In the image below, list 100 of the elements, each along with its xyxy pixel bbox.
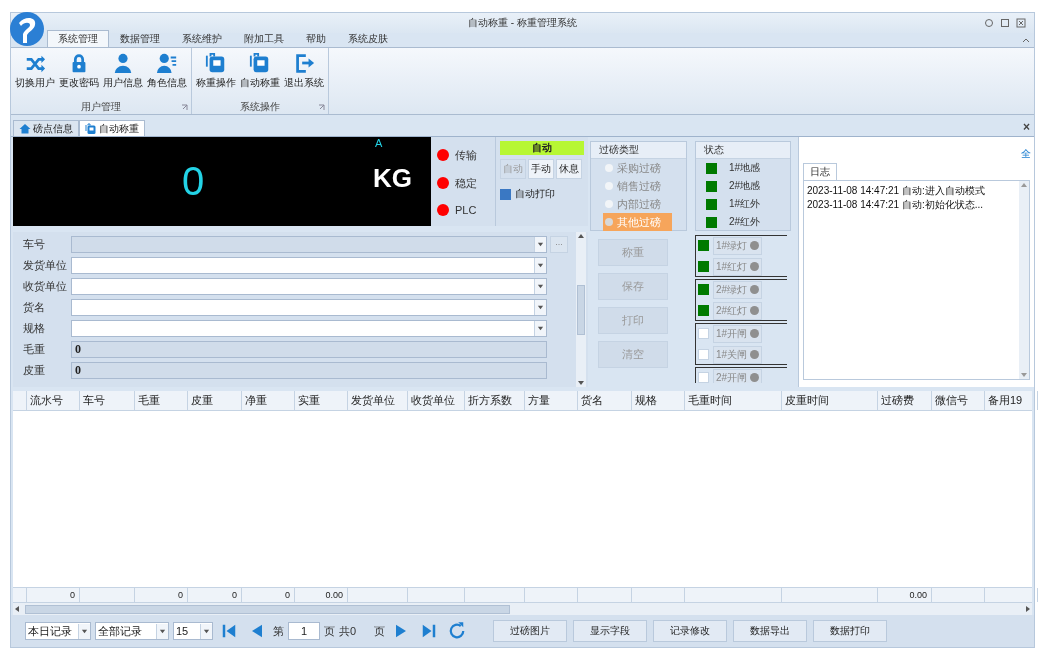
minimize-icon[interactable] [984, 18, 994, 28]
ribbon-button[interactable]: 更改密码 [57, 51, 101, 100]
arrow-icon[interactable] [13, 605, 21, 613]
launcher-icon[interactable] [181, 104, 188, 111]
combo-field[interactable] [71, 257, 547, 274]
mode-status: 自动 [500, 141, 584, 155]
column-header[interactable]: 流水号 [27, 391, 80, 410]
column-header[interactable]: 车号 [80, 391, 135, 410]
field-label: 车号 [23, 237, 46, 252]
close-button[interactable]: × [1023, 120, 1030, 134]
ribbon-tab[interactable]: 数据管理 [109, 30, 171, 47]
ribbon-button[interactable]: 用户信息 [101, 51, 145, 100]
field-label: 皮重 [23, 363, 46, 378]
caret-icon[interactable] [1022, 36, 1030, 44]
logo-icon [9, 11, 45, 47]
ribbon-tab[interactable]: 附加工具 [233, 30, 295, 47]
column-header[interactable]: 收货单位 [408, 391, 465, 410]
column-header[interactable]: 实重 [295, 391, 348, 410]
indicator-label: PLC [455, 203, 477, 216]
column-header[interactable]: 发货单位 [348, 391, 408, 410]
column-header[interactable]: 备用19 [985, 391, 1038, 410]
page-size-dropdown[interactable]: 15 [173, 622, 213, 640]
toolbar-button[interactable]: 记录修改 [653, 620, 728, 642]
indicator-label: 传输 [455, 147, 477, 163]
toolbar-button[interactable]: 显示字段 [573, 620, 648, 642]
column-header[interactable]: 毛重时间 [685, 391, 782, 410]
range-dropdown[interactable]: 本日记录 [25, 622, 91, 640]
combo-field[interactable] [71, 278, 547, 295]
column-header[interactable]: 毛重 [135, 391, 188, 410]
filter-dropdown[interactable]: 全部记录 [95, 622, 169, 640]
restore-icon[interactable] [1000, 18, 1010, 28]
log-tab[interactable]: 日志 [803, 163, 837, 180]
device-icon [205, 52, 227, 74]
ribbon-tab[interactable]: 帮助 [295, 30, 337, 47]
ribbon-tab[interactable]: 系统皮肤 [337, 30, 399, 47]
toolbar-button[interactable]: 数据打印 [813, 620, 888, 642]
weight-field: 0 [71, 341, 547, 358]
caret-icon[interactable] [537, 262, 544, 269]
mode-button[interactable]: 休息 [556, 159, 582, 179]
ribbon-tab[interactable]: 系统管理 [47, 30, 109, 47]
exit-icon [293, 52, 315, 74]
caret-icon[interactable] [203, 627, 210, 635]
column-header[interactable]: 皮重 [188, 391, 242, 410]
column-header[interactable]: 方量 [525, 391, 578, 410]
column-header[interactable]: 折方系数 [465, 391, 525, 410]
column-header[interactable]: 微信号 [932, 391, 985, 410]
column-header[interactable]: 净重 [242, 391, 295, 410]
mode-button[interactable]: 手动 [528, 159, 554, 179]
column-header[interactable]: 过磅费 [878, 391, 932, 410]
channel-label: A [375, 137, 383, 149]
status-label: 2#地感 [729, 179, 761, 193]
scrollbar[interactable] [576, 232, 586, 387]
ribbon-button[interactable]: 自动称重 [238, 51, 282, 100]
weight-reading: 0 [180, 158, 206, 205]
close-icon[interactable] [1016, 18, 1026, 28]
ribbon-button[interactable]: 退出系统 [282, 51, 326, 100]
page-label: 页 [374, 623, 386, 639]
document-tab[interactable]: 磅点信息 [13, 120, 79, 136]
column-header[interactable]: 货名 [578, 391, 632, 410]
ribbon-button[interactable]: 切换用户 [13, 51, 57, 100]
combo-field[interactable] [71, 320, 547, 337]
caret-icon[interactable] [159, 627, 166, 635]
toolbar-button[interactable]: 过磅图片 [493, 620, 568, 642]
combo-field[interactable] [71, 299, 547, 316]
window-title: 自动称重 - 称重管理系统 [468, 16, 577, 30]
total-cell: 0 [70, 590, 75, 600]
field-label: 收货单位 [23, 279, 68, 294]
arrow-icon[interactable] [577, 232, 585, 240]
caret-icon[interactable] [537, 283, 544, 290]
caret-icon[interactable] [537, 325, 544, 332]
home-icon [19, 122, 31, 135]
ribbon-tab[interactable]: 系统维护 [171, 30, 233, 47]
corner-label: 全 [1021, 147, 1031, 161]
page-label: 页 [324, 623, 335, 639]
scrollbar[interactable] [13, 602, 1032, 615]
group-title: 过磅类型 [591, 142, 686, 159]
indicator-label: 稳定 [455, 175, 477, 191]
page-label: 第 [273, 623, 284, 639]
ribbon-button[interactable]: 角色信息 [145, 51, 189, 100]
arrow-icon[interactable] [1024, 605, 1032, 613]
field-label: 规格 [23, 321, 46, 336]
total-cell: 0.00 [325, 590, 343, 600]
document-tab[interactable]: 自动称重 [79, 120, 145, 136]
column-header[interactable]: 皮重时间 [782, 391, 878, 410]
toolbar-button[interactable]: 数据导出 [733, 620, 808, 642]
arrow-icon[interactable] [577, 379, 585, 387]
caret-icon[interactable] [81, 627, 88, 635]
weight-field: 0 [71, 362, 547, 379]
user-list-icon [156, 52, 178, 74]
caret-icon[interactable] [537, 304, 544, 311]
checkbox[interactable] [500, 188, 511, 200]
column-header[interactable]: 规格 [632, 391, 685, 410]
page-input[interactable]: 1 [288, 622, 320, 640]
total-cell: 0 [285, 590, 290, 600]
device-icon [249, 52, 271, 74]
launcher-icon[interactable] [318, 104, 325, 111]
group-label: 系统操作 [240, 100, 280, 114]
total-cell: 0 [178, 590, 183, 600]
total-cell: 0.00 [909, 590, 927, 600]
ribbon-button[interactable]: 称重操作 [194, 51, 238, 100]
